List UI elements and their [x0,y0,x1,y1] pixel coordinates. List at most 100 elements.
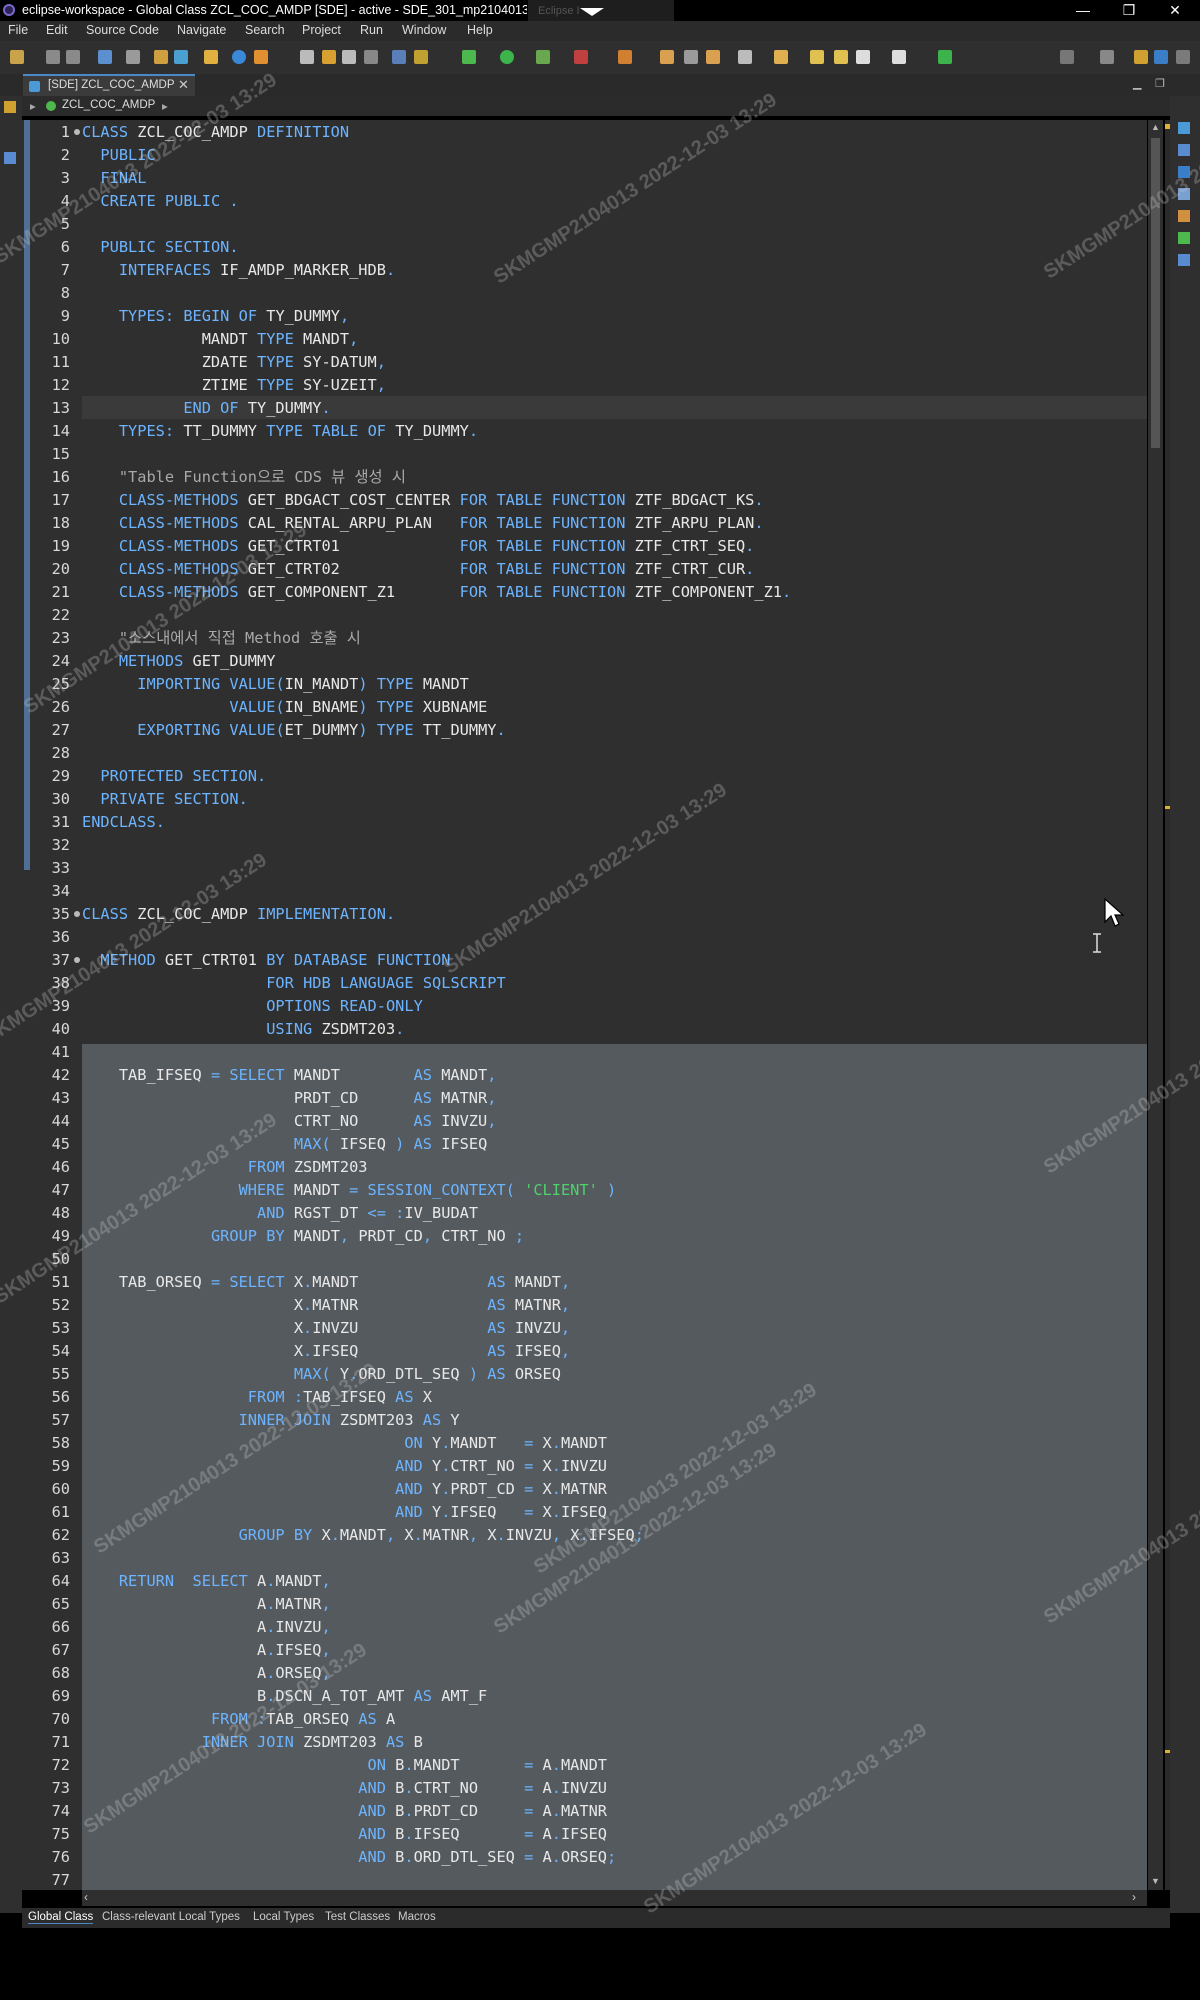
save-all-icon[interactable] [66,50,80,64]
highlight-icon[interactable] [414,50,428,64]
code-line[interactable]: TAB_ORSEQ = SELECT X.MANDT AS MANDT, [82,1273,570,1291]
open-folder-icon[interactable] [154,50,168,64]
tab-zcl-coc-amdp[interactable]: [SDE] ZCL_COC_AMDP ✕ [23,74,195,96]
where-used-icon[interactable] [254,50,268,64]
open-perspective-icon[interactable] [1100,50,1114,64]
code-line[interactable]: INNER JOIN ZSDMT203 AS Y [82,1411,460,1429]
code-line[interactable]: INNER JOIN ZSDMT203 AS B [82,1733,423,1751]
warning-marker-icon[interactable] [1165,124,1170,129]
code-line[interactable]: AND Y.CTRT_NO = X.INVZU [82,1457,607,1475]
menu-run[interactable]: Run [360,23,383,37]
save-icon[interactable] [46,50,60,64]
code-line[interactable]: PROTECTED SECTION. [82,767,266,785]
code-line[interactable]: MANDT TYPE MANDT, [82,330,359,348]
code-line[interactable]: TYPES: BEGIN OF TY_DUMMY, [82,307,349,325]
tab-local-types[interactable]: Local Types [253,1911,314,1923]
scroll-right-icon[interactable]: › [1132,1890,1136,1904]
menu-source-code[interactable]: Source Code [86,23,159,37]
tab-test-classes[interactable]: Test Classes [325,1911,390,1923]
code-line[interactable]: EXPORTING VALUE(ET_DUMMY) TYPE TT_DUMMY. [82,721,505,739]
code-line[interactable]: X.INVZU AS INVZU, [82,1319,570,1337]
code-line[interactable]: AND Y.IFSEQ = X.IFSEQ [82,1503,607,1521]
search-icon[interactable] [126,50,140,64]
link-icon[interactable] [392,50,406,64]
code-line[interactable]: CLASS ZCL_COC_AMDP DEFINITION [82,123,349,141]
code-line[interactable]: AND B.IFSEQ = A.IFSEQ [82,1825,607,1843]
java-perspective-icon[interactable] [1176,50,1190,64]
problems-view-icon[interactable] [1178,144,1190,156]
code-line[interactable]: FROM :TAB_IFSEQ AS X [82,1388,432,1406]
menu-edit[interactable]: Edit [46,23,68,37]
transport-organizer-icon[interactable] [1178,188,1190,200]
run-icon[interactable] [500,50,514,64]
code-line[interactable]: ZDATE TYPE SY-DATUM, [82,353,386,371]
mark-icon[interactable] [706,50,720,64]
source-code[interactable]: 1 CLASS ZCL_COC_AMDP DEFINITION 2 PUBLIC … [22,121,792,1890]
new-icon[interactable] [10,50,24,64]
outline-view-icon[interactable] [4,152,16,164]
code-line[interactable]: MAX( IFSEQ ) AS IFSEQ [82,1135,487,1153]
code-line[interactable]: CLASS ZCL_COC_AMDP IMPLEMENTATION. [82,905,395,923]
forward-icon[interactable] [892,50,906,64]
code-line[interactable]: ENDCLASS. [82,813,165,831]
back-icon[interactable] [856,50,870,64]
code-line[interactable]: A.IFSEQ, [82,1641,331,1659]
coverage-icon[interactable] [536,50,550,64]
code-line[interactable]: END OF TY_DUMMY. [82,399,330,417]
lock-icon[interactable] [322,50,336,64]
console-icon[interactable] [1178,254,1190,266]
external-tools-icon[interactable] [574,50,588,64]
horizontal-scrollbar[interactable]: ‹ › [82,1890,1147,1906]
code-line[interactable]: X.MATNR AS MATNR, [82,1296,570,1314]
tab-class-relevant-local-types[interactable]: Class-relevant Local Types [102,1911,240,1923]
code-line[interactable]: INTERFACES IF_AMDP_MARKER_HDB. [82,261,395,279]
bookmarks-icon[interactable] [1178,210,1190,222]
code-line[interactable]: CTRT_NO AS INVZU, [82,1112,497,1130]
code-line[interactable]: B.DSCN_A_TOT_AMT AS AMT_F [82,1687,487,1705]
debug-icon[interactable] [364,50,378,64]
pen-icon[interactable] [618,50,632,64]
debug-run-icon[interactable] [462,50,476,64]
code-line[interactable]: WHERE MANDT = SESSION_CONTEXT( 'CLIENT' … [82,1181,617,1199]
code-line[interactable]: AND RGST_DT <= :IV_BUDAT [82,1204,478,1222]
code-line[interactable]: CLASS-METHODS CAL_RENTAL_ARPU_PLAN FOR T… [82,514,764,532]
scroll-thumb[interactable] [1151,138,1160,448]
debug-perspective-icon[interactable] [1154,50,1168,64]
minimize-button[interactable]: — [1060,0,1106,21]
code-line[interactable]: VALUE(IN_BNAME) TYPE XUBNAME [82,698,487,716]
check-icon[interactable] [232,50,246,64]
pin-icon[interactable] [938,50,952,64]
code-line[interactable]: FOR HDB LANGUAGE SQLSCRIPT [82,974,506,992]
open-type-icon[interactable] [98,50,112,64]
scroll-up-icon[interactable]: ▲ [1151,122,1160,132]
transport-icon[interactable] [300,50,314,64]
breadcrumb-item[interactable]: ZCL_COC_AMDP [62,99,155,111]
menu-project[interactable]: Project [302,23,341,37]
code-line[interactable]: A.MATNR, [82,1595,331,1613]
tab-macros[interactable]: Macros [398,1911,436,1923]
code-line[interactable]: FROM ZSDMT203 [82,1158,368,1176]
code-line[interactable]: A.ORSEQ, [82,1664,331,1682]
abap-perspective-icon[interactable] [1134,50,1148,64]
menu-navigate[interactable]: Navigate [177,23,226,37]
code-line[interactable]: METHODS GET_DUMMY [82,652,276,670]
code-line[interactable]: AND B.PRDT_CD = A.MATNR [82,1802,607,1820]
maximize-editor-icon[interactable]: ❐ [1155,77,1165,90]
outline-icon[interactable] [684,50,698,64]
next-annotation-icon[interactable] [738,50,752,64]
code-line[interactable]: PRIVATE SECTION. [82,790,247,808]
task-icon[interactable] [660,50,674,64]
feed-reader-icon[interactable] [1178,166,1190,178]
code-line[interactable]: FROM :TAB_ORSEQ AS A [82,1710,395,1728]
menu-window[interactable]: Window [402,23,446,37]
code-line[interactable]: PUBLIC SECTION. [82,238,238,256]
menu-file[interactable]: File [8,23,28,37]
code-line[interactable]: METHOD GET_CTRT01 BY DATABASE FUNCTION [82,951,450,969]
code-line[interactable]: TAB_IFSEQ = SELECT MANDT AS MANDT, [82,1066,497,1084]
project-explorer-icon[interactable] [4,101,16,113]
tab-global-class[interactable]: Global Class [28,1911,94,1924]
fold-marker-icon[interactable] [74,957,80,963]
code-line[interactable]: GROUP BY MANDT, PRDT_CD, CTRT_NO ; [82,1227,524,1245]
fold-marker-icon[interactable] [74,129,80,135]
code-line[interactable]: RETURN SELECT A.MANDT, [82,1572,331,1590]
